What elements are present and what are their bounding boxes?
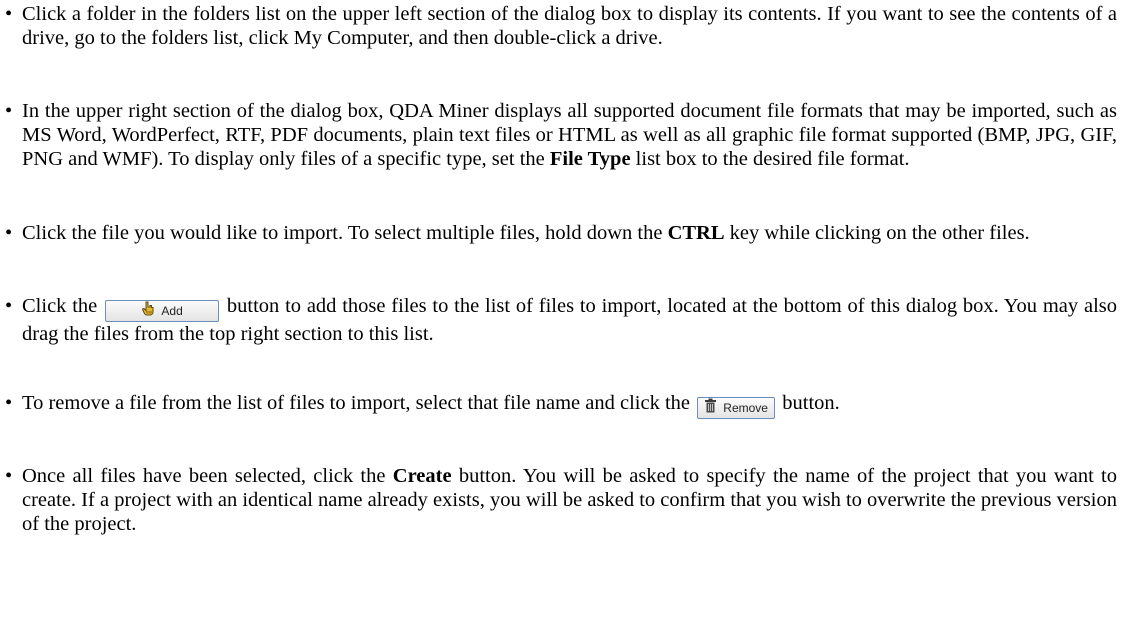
- instruction-text: Click a folder in the folders list on th…: [22, 3, 1117, 49]
- bullet: •: [5, 465, 13, 487]
- add-button-label: Add: [161, 304, 183, 318]
- instruction-folder-list: • Click a folder in the folders list on t…: [5, 2, 1117, 50]
- add-button-image: Add: [105, 300, 220, 322]
- instruction-text: Click the file you would like to import.…: [22, 222, 668, 244]
- ctrl-key-term: CTRL: [667, 222, 725, 244]
- trash-can-icon: [704, 398, 717, 419]
- instruction-remove-file: • To remove a file from the list of files…: [5, 391, 1117, 419]
- bullet: •: [5, 222, 13, 244]
- instruction-text: Click the: [22, 295, 104, 317]
- instruction-text: To remove a file from the list of files …: [22, 392, 696, 414]
- instruction-text: key while clicking on the other files.: [724, 222, 1030, 244]
- instruction-text: button.: [777, 392, 840, 414]
- instruction-create-project: • Once all files have been selected, clic…: [5, 464, 1117, 536]
- instruction-add-files: • Click the Add button to add those files…: [5, 294, 1117, 346]
- bullet: •: [5, 100, 13, 122]
- bullet: •: [5, 3, 13, 25]
- bullet: •: [5, 392, 13, 414]
- file-type-term: File Type: [549, 148, 631, 170]
- hand-pointer-icon: [141, 301, 155, 322]
- instruction-file-formats: • In the upper right section of the dialo…: [5, 99, 1117, 171]
- help-page: • Click a folder in the folders list on t…: [0, 0, 1129, 618]
- instruction-select-files: • Click the file you would like to import…: [5, 221, 1117, 245]
- bullet: •: [5, 295, 13, 317]
- remove-button-image: Remove: [697, 397, 776, 419]
- create-button-term: Create: [392, 465, 452, 487]
- instruction-text: Once all files have been selected, click…: [22, 465, 393, 487]
- instruction-text: list box to the desired file format.: [630, 148, 910, 170]
- remove-button-label: Remove: [723, 401, 768, 415]
